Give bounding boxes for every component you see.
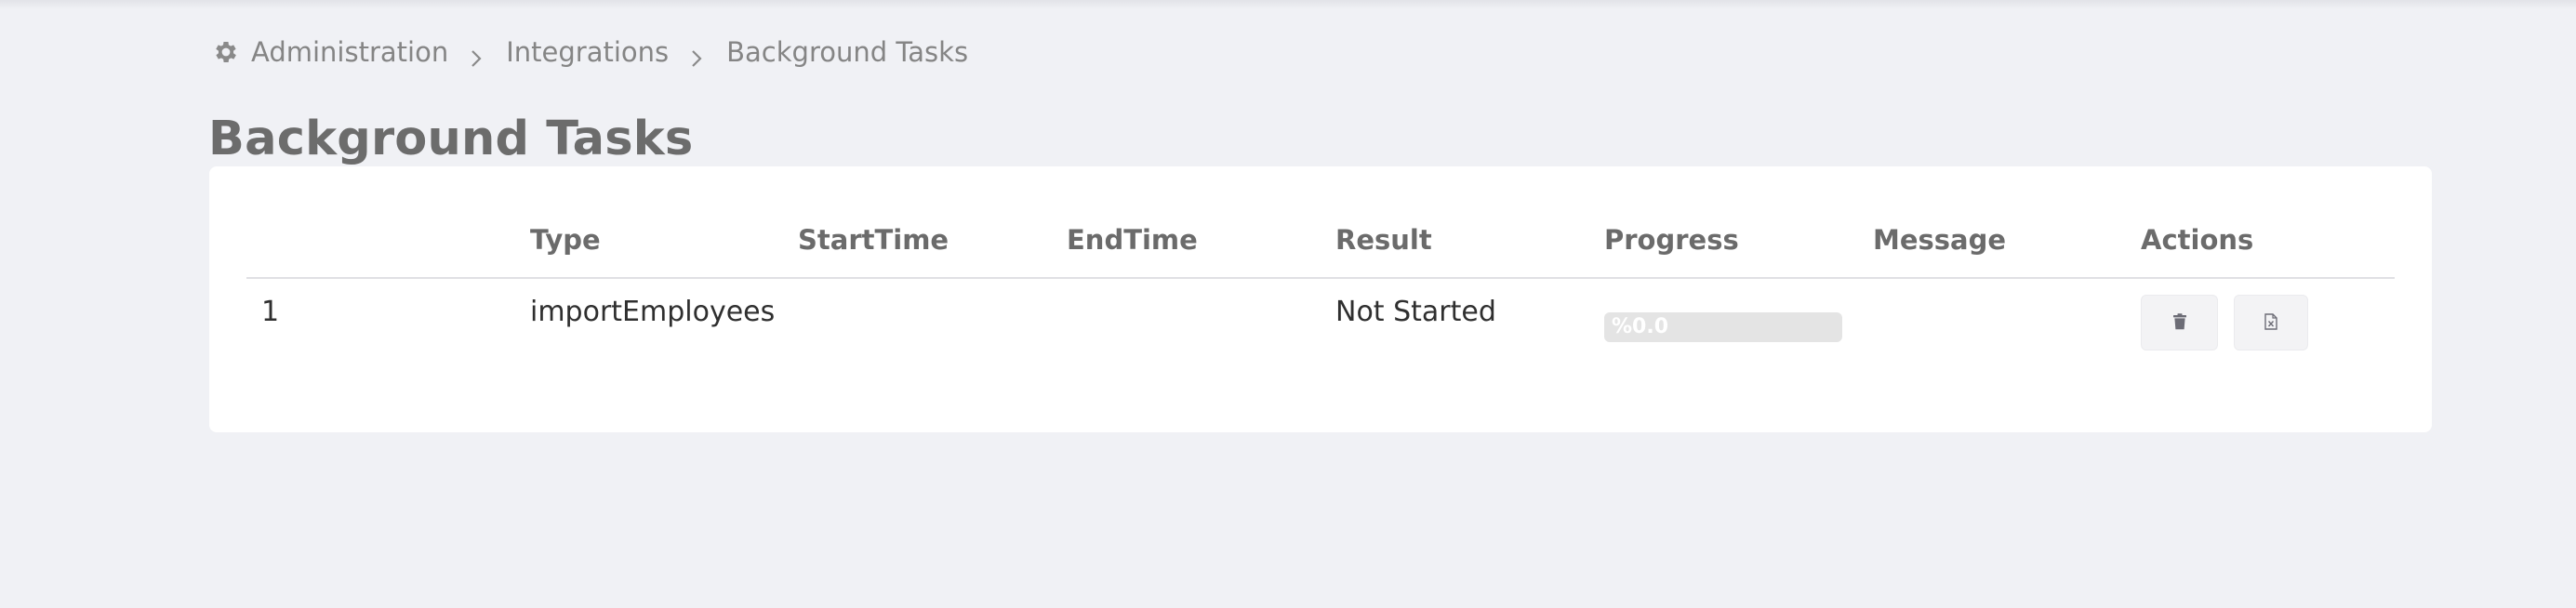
breadcrumb-current: Background Tasks [726,36,969,68]
column-header-progress[interactable]: Progress [1604,224,1739,256]
delete-button[interactable] [2141,295,2218,350]
column-header-actions: Actions [2141,224,2254,256]
column-header-result[interactable]: Result [1335,224,1432,256]
tasks-card: Type StartTime EndTime Result Progress M… [209,166,2432,432]
column-header-message[interactable]: Message [1873,224,2006,256]
row-result: Not Started [1335,296,1496,328]
progress-bar: %0.0 [1604,312,1842,342]
column-header-starttime[interactable]: StartTime [798,224,949,256]
progress-label: %0.0 [1612,315,1669,338]
row-type: importEmployees [530,296,776,328]
breadcrumb: Administration Integrations Background T… [212,33,968,71]
page-title: Background Tasks [208,112,694,167]
top-shadow [0,0,2576,9]
breadcrumb-administration[interactable]: Administration [251,36,448,68]
column-header-type[interactable]: Type [530,224,601,256]
row-id: 1 [261,296,280,328]
table-header [246,166,2395,279]
column-header-endtime[interactable]: EndTime [1067,224,1198,256]
file-excel-icon [2264,312,2277,333]
export-excel-button[interactable] [2234,295,2308,350]
breadcrumb-integrations[interactable]: Integrations [506,36,669,68]
gear-icon [212,38,240,66]
chevron-right-icon [687,43,706,67]
trash-icon [2172,312,2187,333]
chevron-right-icon [467,43,485,67]
